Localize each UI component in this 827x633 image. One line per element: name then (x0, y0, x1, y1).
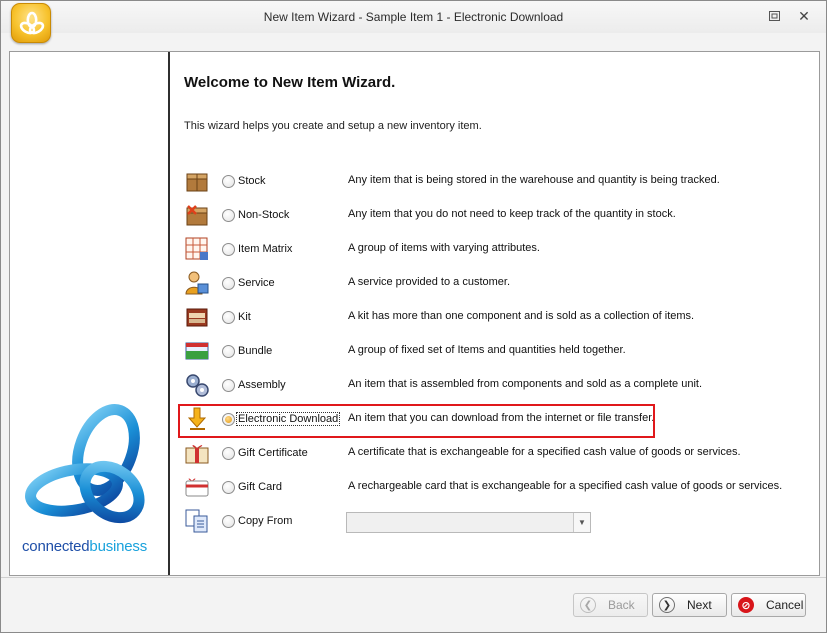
non-stock-box-icon (186, 205, 208, 226)
option-label[interactable]: Bundle (238, 345, 272, 357)
option-label[interactable]: Service (238, 277, 275, 289)
option-non-stock[interactable]: Non-Stock Any item that you do not need … (172, 200, 819, 232)
copy-documents-icon (185, 509, 208, 533)
close-window-icon[interactable]: ✕ (795, 7, 813, 25)
option-description: A group of items with varying attributes… (348, 242, 540, 254)
service-person-icon (185, 271, 209, 295)
option-stock[interactable]: Stock Any item that is being stored in t… (172, 166, 819, 198)
back-button[interactable]: ❮ Back (573, 593, 648, 617)
next-arrow-icon: ❯ (659, 597, 675, 613)
option-label[interactable]: Copy From (238, 515, 292, 527)
option-description: Any item that you do not need to keep tr… (348, 208, 676, 220)
radio-copy-from[interactable] (222, 515, 235, 528)
wizard-content: Welcome to New Item Wizard. This wizard … (172, 52, 819, 575)
option-label[interactable]: Assembly (238, 379, 286, 391)
option-gift-card[interactable]: Gift Card A rechargeable card that is ex… (172, 472, 819, 504)
copy-from-dropdown[interactable]: ▼ (346, 512, 591, 533)
option-label[interactable]: Gift Card (238, 481, 282, 493)
selection-highlight-box (178, 404, 655, 438)
option-copy-from[interactable]: Copy From ▼ (172, 506, 819, 538)
radio-assembly[interactable] (222, 379, 235, 392)
wizard-window: New Item Wizard - Sample Item 1 - Electr… (0, 0, 827, 633)
intro-text: This wizard helps you create and setup a… (184, 120, 482, 132)
bundle-icon (185, 342, 209, 360)
grid-matrix-icon (185, 237, 208, 260)
cancel-button-label: Cancel (766, 598, 804, 612)
radio-stock[interactable] (222, 175, 235, 188)
next-button-label: Next (687, 598, 712, 612)
brand-name-part1: connected (22, 538, 90, 555)
option-service[interactable]: Service A service provided to a customer… (172, 268, 819, 300)
radio-gift-card[interactable] (222, 481, 235, 494)
option-kit[interactable]: Kit A kit has more than one component an… (172, 302, 819, 334)
window-title: New Item Wizard - Sample Item 1 - Electr… (263, 10, 564, 24)
footer-divider (1, 577, 826, 578)
option-label[interactable]: Stock (238, 175, 266, 187)
sidebar-branding: connectedbusiness (10, 52, 170, 575)
chevron-down-icon[interactable]: ▼ (573, 513, 590, 532)
radio-item-matrix[interactable] (222, 243, 235, 256)
option-gift-certificate[interactable]: Gift Certificate A certificate that is e… (172, 438, 819, 470)
cancel-no-icon: ⊘ (738, 597, 754, 613)
brand-name-part2: business (89, 538, 148, 555)
restore-window-icon[interactable] (765, 7, 783, 25)
option-bundle[interactable]: Bundle A group of fixed set of Items and… (172, 336, 819, 368)
cancel-button[interactable]: ⊘ Cancel (731, 593, 806, 617)
brand-name: connectedbusiness (22, 538, 147, 555)
connected-business-logo-icon (25, 404, 145, 524)
radio-service[interactable] (222, 277, 235, 290)
gift-card-icon (185, 478, 209, 497)
option-description: A rechargeable card that is exchangeable… (348, 480, 783, 492)
radio-non-stock[interactable] (222, 209, 235, 222)
back-button-label: Back (608, 598, 635, 612)
stock-box-icon (186, 173, 208, 192)
wizard-panel: connectedbusiness Welcome to New Item Wi… (9, 51, 820, 576)
option-item-matrix[interactable]: Item Matrix A group of items with varyin… (172, 234, 819, 266)
option-label[interactable]: Item Matrix (238, 243, 292, 255)
back-arrow-icon: ❮ (580, 597, 596, 613)
option-label[interactable]: Gift Certificate (238, 447, 308, 459)
option-label[interactable]: Non-Stock (238, 209, 289, 221)
next-button[interactable]: ❯ Next (652, 593, 727, 617)
option-description: A certificate that is exchangeable for a… (348, 446, 741, 458)
title-bar[interactable]: New Item Wizard - Sample Item 1 - Electr… (1, 1, 826, 43)
option-assembly[interactable]: Assembly An item that is assembled from … (172, 370, 819, 402)
kit-case-icon (186, 308, 208, 327)
option-description: A service provided to a customer. (348, 276, 511, 288)
gift-certificate-icon (185, 445, 209, 464)
option-description: An item that is assembled from component… (348, 378, 703, 390)
assembly-gears-icon (186, 374, 209, 397)
option-description: A kit has more than one component and is… (348, 310, 695, 322)
radio-bundle[interactable] (222, 345, 235, 358)
radio-kit[interactable] (222, 311, 235, 324)
option-description: A group of fixed set of Items and quanti… (348, 344, 626, 356)
option-label[interactable]: Kit (238, 311, 251, 323)
page-title: Welcome to New Item Wizard. (184, 74, 396, 91)
option-description: Any item that is being stored in the war… (348, 174, 720, 186)
radio-gift-certificate[interactable] (222, 447, 235, 460)
